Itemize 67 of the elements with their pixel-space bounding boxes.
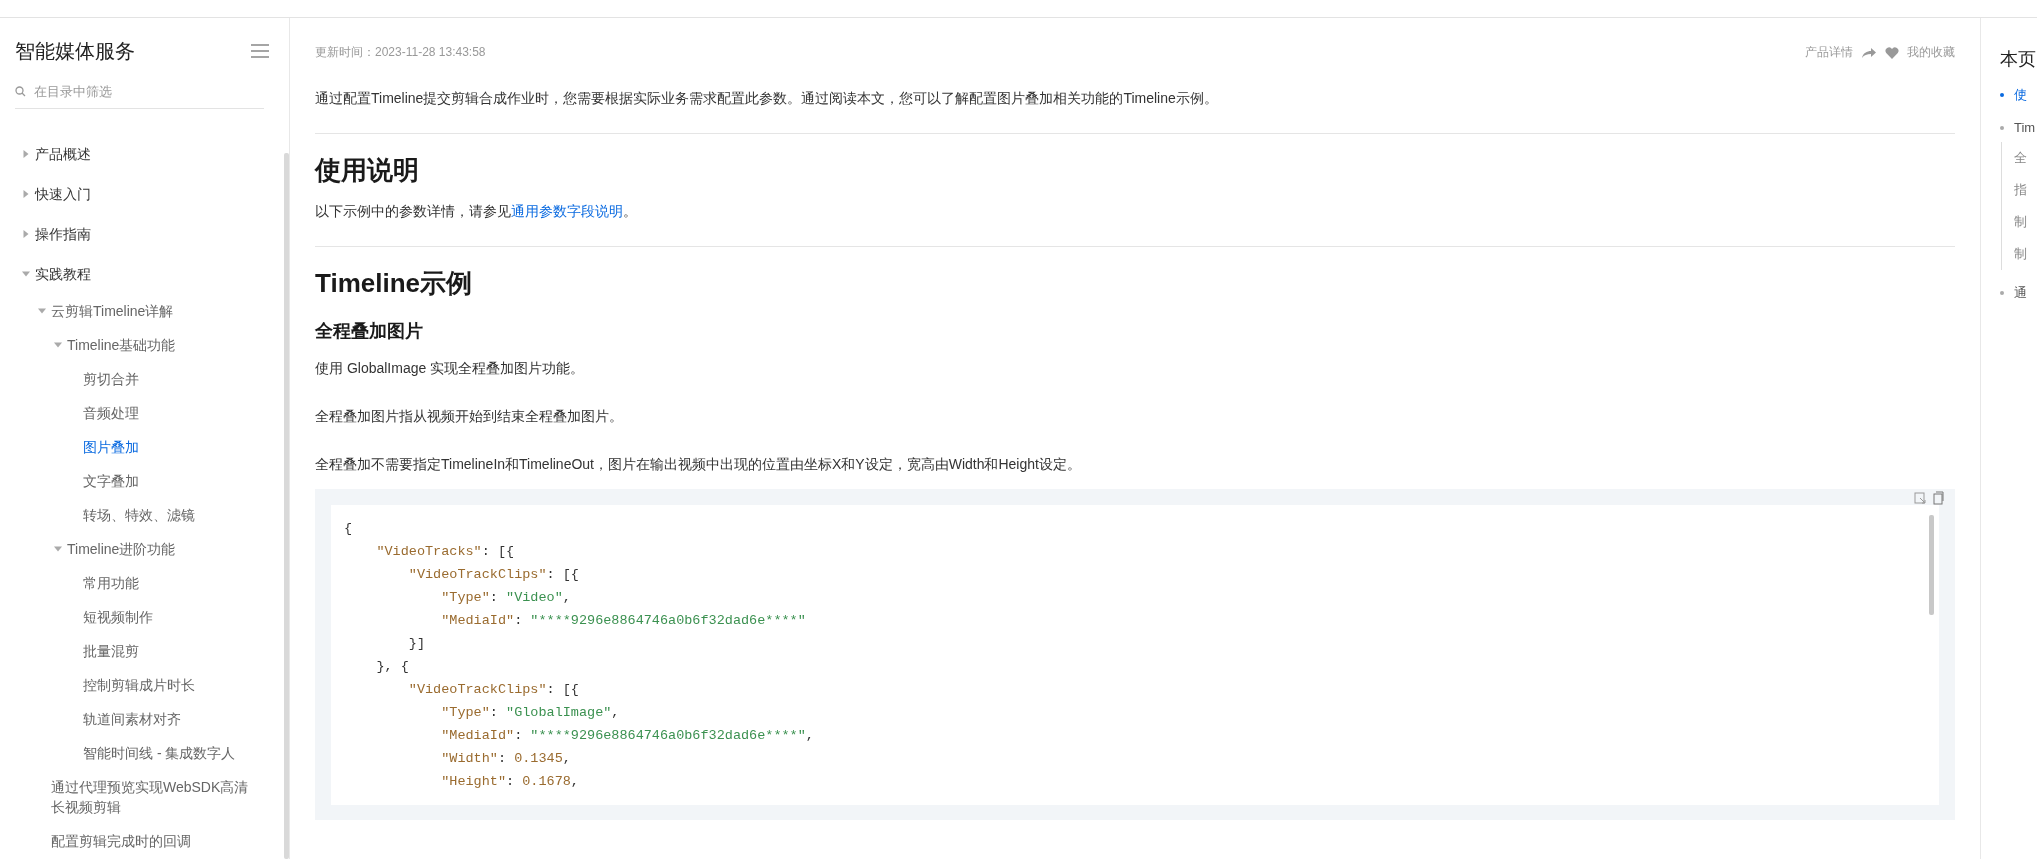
menu-icon[interactable] xyxy=(251,44,269,58)
tree-item[interactable]: 音频处理 xyxy=(83,403,139,423)
toc-item[interactable]: Tim xyxy=(2014,118,2036,138)
code-line: "VideoTrackClips": [{ xyxy=(407,566,580,584)
code-line: "Type": "Video", xyxy=(440,589,572,607)
paragraph: 全程叠加图片指从视频开始到结束全程叠加图片。 xyxy=(315,407,624,426)
section-heading: Timeline示例 xyxy=(315,267,473,300)
code-line: "MediaId": "****9296e8864746a0b6f32dad6e****" xyxy=(440,612,807,630)
toc-item[interactable]: 制 xyxy=(2014,244,2027,264)
tree-item[interactable]: 通过代理预览实现WebSDK高清长视频剪辑 xyxy=(51,777,249,817)
search-icon xyxy=(15,86,26,97)
tree-item[interactable]: 轨道间素材对齐 xyxy=(83,709,181,729)
caret-right-icon[interactable] xyxy=(22,150,30,158)
toc-item[interactable]: 制 xyxy=(2014,212,2027,232)
tree-item[interactable]: 快速入门 xyxy=(35,184,91,204)
caret-down-icon[interactable] xyxy=(54,341,62,349)
filter-field[interactable]: 在目录中筛选 xyxy=(34,84,264,99)
tree-item[interactable]: 云剪辑Timeline详解 xyxy=(51,301,174,321)
tree-item[interactable]: 文字叠加 xyxy=(83,471,139,491)
code-line: "Width": 0.1345, xyxy=(440,750,572,768)
caret-down-icon[interactable] xyxy=(38,307,46,315)
tree-item[interactable]: 转场、特效、滤镜 xyxy=(83,505,195,525)
code-line: "VideoTracks": [{ xyxy=(375,543,516,561)
tree-item[interactable]: 操作指南 xyxy=(35,224,91,244)
tree-item[interactable]: 控制剪辑成片时长 xyxy=(83,675,195,695)
toc-title: 本页 xyxy=(2000,48,2037,71)
toc-item[interactable]: 全 xyxy=(2014,148,2027,168)
share-icon[interactable] xyxy=(1861,46,1877,59)
expand-icon[interactable] xyxy=(1913,491,1927,505)
code-line: "MediaId": "****9296e8864746a0b6f32dad6e****", xyxy=(440,727,815,745)
scrollbar[interactable] xyxy=(284,153,289,859)
caret-right-icon[interactable] xyxy=(22,190,30,198)
code-line: }, { xyxy=(375,658,410,676)
tree-item[interactable]: 实践教程 xyxy=(35,264,91,284)
code-line: { xyxy=(344,520,354,538)
sidebar-title: 智能媒体服务 xyxy=(15,38,135,64)
toc-item[interactable]: 使 xyxy=(2014,85,2027,105)
subsection-heading: 全程叠加图片 xyxy=(315,320,424,343)
toc-item[interactable]: 通 xyxy=(2014,283,2027,303)
section-heading: 使用说明 xyxy=(315,154,420,187)
update-time: 更新时间：2023-11-28 13:43:58 xyxy=(315,44,486,61)
code-line: }] xyxy=(407,635,426,653)
tree-item[interactable]: 剪切合并 xyxy=(83,369,139,389)
paragraph: 通过配置Timeline提交剪辑合成作业时，您需要根据实际业务需求配置此参数。通过阅读本文，您可以了解配置图片叠加相关功能的Timeline示例。 xyxy=(315,89,1219,108)
tree-item[interactable]: Timeline进阶功能 xyxy=(67,539,176,559)
heart-icon[interactable] xyxy=(1885,46,1899,59)
paragraph: 使用 GlobalImage 实现全程叠加图片功能。 xyxy=(315,359,586,378)
tree-item[interactable]: 配置剪辑完成时的回调 xyxy=(51,831,191,851)
code-line: "VideoTrackClips": [{ xyxy=(407,681,580,699)
tree-item[interactable]: Timeline基础功能 xyxy=(67,335,176,355)
tree-item[interactable]: 智能时间线 - 集成数字人 xyxy=(83,743,236,763)
tree-item[interactable]: 产品概述 xyxy=(35,144,91,164)
paragraph: 以下示例中的参数详情，请参见通用参数字段说明。 xyxy=(315,202,638,221)
caret-right-icon[interactable] xyxy=(22,230,30,238)
tree-item[interactable]: 短视频制作 xyxy=(83,607,153,627)
doc-link[interactable]: 通用参数字段说明 xyxy=(511,203,623,219)
tree-item[interactable]: 图片叠加 xyxy=(83,437,139,457)
toc-item[interactable]: 指 xyxy=(2014,180,2027,200)
scrollbar[interactable] xyxy=(1929,515,1934,615)
caret-down-icon[interactable] xyxy=(54,545,62,553)
copy-icon[interactable] xyxy=(1931,491,1945,505)
tree-item[interactable]: 常用功能 xyxy=(83,573,139,593)
code-line: "Type": "GlobalImage", xyxy=(440,704,621,722)
caret-down-icon[interactable] xyxy=(22,270,30,278)
code-line: "Height": 0.1678, xyxy=(440,773,580,791)
paragraph: 全程叠加不需要指定TimelineIn和TimelineOut，图片在输出视频中出现的位置由坐标X和Y设定，宽高由Width和Height设定。 xyxy=(315,455,1082,474)
tree-item[interactable]: 批量混剪 xyxy=(83,641,139,661)
